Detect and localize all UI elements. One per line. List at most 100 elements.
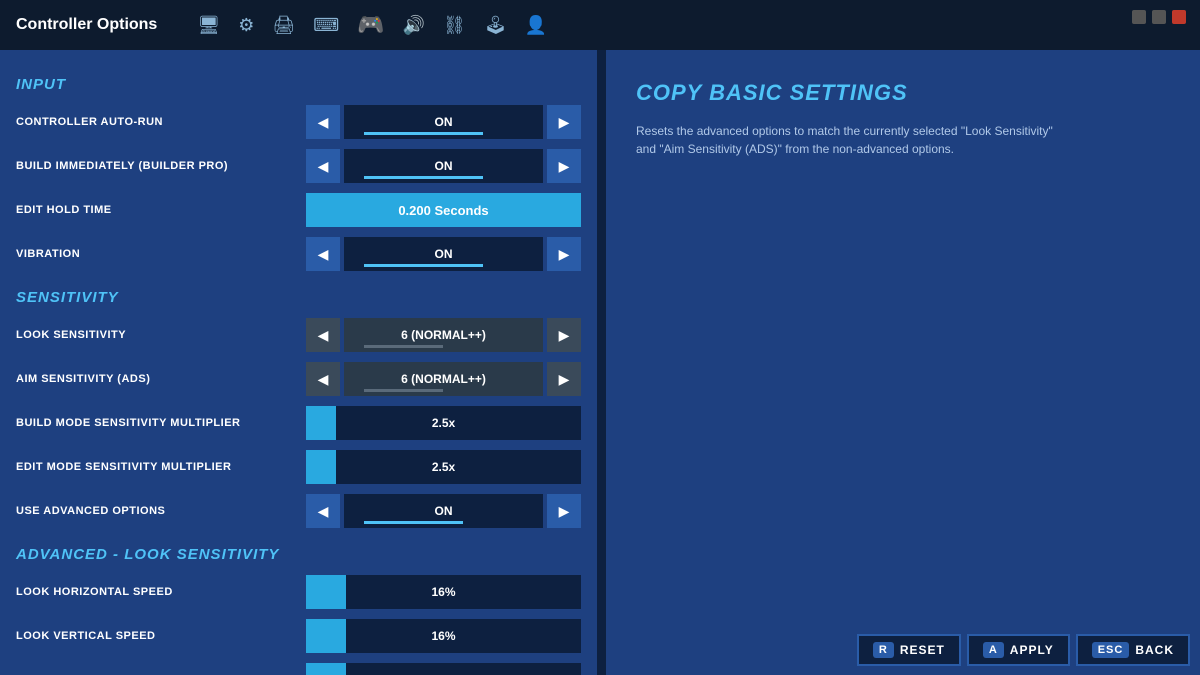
control-build-immediately: ◀ ON ▶ (306, 149, 581, 183)
value-bar-build-immediately (364, 176, 483, 179)
value-use-advanced-options: ON (344, 494, 543, 528)
right-panel: COPY BASIC SETTINGS Resets the advanced … (606, 50, 1200, 675)
label-build-mode-sensitivity: BUILD MODE SENSITIVITY MULTIPLIER (16, 417, 306, 429)
gamepad-icon[interactable]: 🕹 (484, 15, 507, 36)
value-vibration: ON (344, 237, 543, 271)
value-bar-look-sensitivity (364, 345, 444, 348)
back-button[interactable]: ESC BACK (1076, 634, 1190, 666)
label-controller-auto-run: CONTROLLER AUTO-RUN (16, 116, 306, 128)
value-turning-horizontal-boost[interactable]: 16% (306, 663, 581, 675)
value-edit-hold-time[interactable]: 0.200 Seconds (306, 193, 581, 227)
row-edit-hold-time: EDIT HOLD TIME 0.200 Seconds (16, 191, 581, 229)
minimize-btn[interactable] (1132, 10, 1146, 24)
gear-icon[interactable]: ⚙ (238, 15, 254, 36)
display-icon[interactable]: 🖨 (272, 15, 295, 36)
control-aim-sensitivity: ◀ 6 (NORMAL++) ▶ (306, 362, 581, 396)
row-look-horizontal-speed: LOOK HORIZONTAL SPEED 16% (16, 573, 581, 611)
reset-button[interactable]: R RESET (857, 634, 961, 666)
reset-key: R (873, 642, 894, 658)
control-look-sensitivity: ◀ 6 (NORMAL++) ▶ (306, 318, 581, 352)
arrow-right-controller-auto-run[interactable]: ▶ (547, 105, 581, 139)
network-icon[interactable]: ⛓ (443, 15, 466, 36)
row-build-immediately: BUILD IMMEDIATELY (BUILDER PRO) ◀ ON ▶ (16, 147, 581, 185)
label-edit-hold-time: EDIT HOLD TIME (16, 204, 306, 216)
row-edit-mode-sensitivity: EDIT MODE SENSITIVITY MULTIPLIER 2.5x (16, 448, 581, 486)
control-edit-mode-sensitivity: 2.5x (306, 450, 581, 484)
slider-fill-build-mode (306, 406, 336, 440)
row-build-mode-sensitivity: BUILD MODE SENSITIVITY MULTIPLIER 2.5x (16, 404, 581, 442)
keyboard-icon[interactable]: ⌨ (313, 15, 339, 36)
value-edit-mode-sensitivity[interactable]: 2.5x (306, 450, 581, 484)
label-vibration: VIBRATION (16, 248, 306, 260)
row-controller-auto-run: CONTROLLER AUTO-RUN ◀ ON ▶ (16, 103, 581, 141)
label-look-vertical-speed: LOOK VERTICAL SPEED (16, 630, 306, 642)
value-aim-sensitivity: 6 (NORMAL++) (344, 362, 543, 396)
control-look-vertical-speed: 16% (306, 619, 581, 653)
arrow-right-build-immediately[interactable]: ▶ (547, 149, 581, 183)
back-label: BACK (1135, 643, 1174, 657)
control-controller-auto-run: ◀ ON ▶ (306, 105, 581, 139)
control-use-advanced-options: ◀ ON ▶ (306, 494, 581, 528)
section-header-input: INPUT (16, 76, 581, 93)
value-build-immediately: ON (344, 149, 543, 183)
copy-settings-title: COPY BASIC SETTINGS (636, 80, 1170, 106)
value-bar-vibration (364, 264, 483, 267)
arrow-right-look-sensitivity[interactable]: ▶ (547, 318, 581, 352)
apply-label: APPLY (1010, 643, 1054, 657)
row-turning-horizontal-boost: TURNING HORIZONTAL BOOST 16% (16, 661, 581, 675)
value-bar-aim-sensitivity (364, 389, 444, 392)
slider-fill-edit-mode (306, 450, 336, 484)
row-look-sensitivity: LOOK SENSITIVITY ◀ 6 (NORMAL++) ▶ (16, 316, 581, 354)
user-icon[interactable]: 👤 (525, 15, 547, 36)
arrow-right-vibration[interactable]: ▶ (547, 237, 581, 271)
monitor-icon[interactable]: 🖥 (197, 15, 220, 36)
speaker-icon[interactable]: 🔊 (403, 15, 425, 36)
back-key: ESC (1092, 642, 1130, 658)
control-build-mode-sensitivity: 2.5x (306, 406, 581, 440)
control-look-horizontal-speed: 16% (306, 575, 581, 609)
value-bar-controller-auto-run (364, 132, 483, 135)
row-use-advanced-options: USE ADVANCED OPTIONS ◀ ON ▶ (16, 492, 581, 530)
left-panel: INPUT CONTROLLER AUTO-RUN ◀ ON ▶ BUILD I… (0, 50, 600, 675)
main-content: INPUT CONTROLLER AUTO-RUN ◀ ON ▶ BUILD I… (0, 50, 1200, 675)
controller-icon[interactable]: 🎮 (357, 12, 384, 38)
value-controller-auto-run: ON (344, 105, 543, 139)
label-aim-sensitivity: AIM SENSITIVITY (ADS) (16, 373, 306, 385)
slider-fill-look-vertical (306, 619, 346, 653)
value-build-mode-sensitivity[interactable]: 2.5x (306, 406, 581, 440)
row-vibration: VIBRATION ◀ ON ▶ (16, 235, 581, 273)
arrow-right-use-advanced-options[interactable]: ▶ (547, 494, 581, 528)
value-look-sensitivity: 6 (NORMAL++) (344, 318, 543, 352)
arrow-left-build-immediately[interactable]: ◀ (306, 149, 340, 183)
arrow-left-controller-auto-run[interactable]: ◀ (306, 105, 340, 139)
arrow-left-look-sensitivity[interactable]: ◀ (306, 318, 340, 352)
restore-btn[interactable] (1152, 10, 1166, 24)
slider-fill-look-horizontal (306, 575, 346, 609)
section-header-sensitivity: SENSITIVITY (16, 289, 581, 306)
row-aim-sensitivity: AIM SENSITIVITY (ADS) ◀ 6 (NORMAL++) ▶ (16, 360, 581, 398)
title-bar: Controller Options 🖥 ⚙ 🖨 ⌨ 🎮 🔊 ⛓ 🕹 👤 (0, 0, 1200, 50)
apply-button[interactable]: A APPLY (967, 634, 1070, 666)
label-build-immediately: BUILD IMMEDIATELY (BUILDER PRO) (16, 160, 306, 172)
close-btn[interactable] (1172, 10, 1186, 24)
arrow-left-use-advanced-options[interactable]: ◀ (306, 494, 340, 528)
slider-fill-turning-horizontal (306, 663, 346, 675)
window-title: Controller Options (16, 16, 157, 34)
bottom-bar: R RESET A APPLY ESC BACK (847, 625, 1200, 675)
row-look-vertical-speed: LOOK VERTICAL SPEED 16% (16, 617, 581, 655)
copy-settings-desc: Resets the advanced options to match the… (636, 122, 1076, 158)
section-header-advanced-look: ADVANCED - LOOK SENSITIVITY (16, 546, 581, 563)
arrow-left-aim-sensitivity[interactable]: ◀ (306, 362, 340, 396)
label-edit-mode-sensitivity: EDIT MODE SENSITIVITY MULTIPLIER (16, 461, 306, 473)
value-bar-use-advanced-options (364, 521, 464, 524)
control-vibration: ◀ ON ▶ (306, 237, 581, 271)
value-look-horizontal-speed[interactable]: 16% (306, 575, 581, 609)
control-turning-horizontal-boost: 16% (306, 663, 581, 675)
arrow-right-aim-sensitivity[interactable]: ▶ (547, 362, 581, 396)
value-look-vertical-speed[interactable]: 16% (306, 619, 581, 653)
arrow-left-vibration[interactable]: ◀ (306, 237, 340, 271)
label-use-advanced-options: USE ADVANCED OPTIONS (16, 505, 306, 517)
apply-key: A (983, 642, 1004, 658)
reset-label: RESET (900, 643, 945, 657)
control-edit-hold-time: 0.200 Seconds (306, 193, 581, 227)
